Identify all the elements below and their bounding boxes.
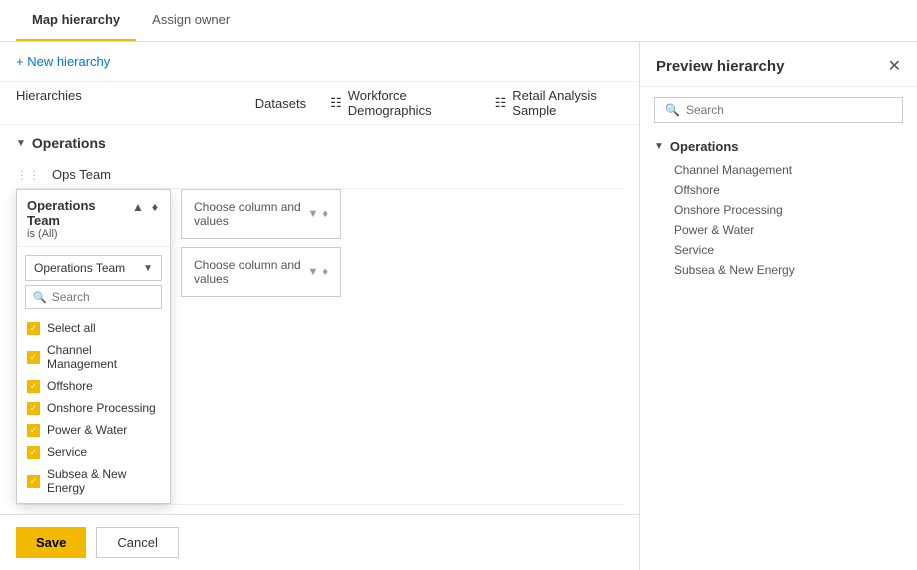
left-panel: + New hierarchy Hierarchies Datasets ☷ W… — [0, 42, 640, 570]
list-item-power[interactable]: Power & Water — [17, 419, 170, 441]
tab-bar: Map hierarchy Assign owner — [0, 0, 917, 42]
choose-panels: Choose column and values ▼ ♦ Choose colu… — [181, 189, 341, 297]
hierarchy-section: ▼ Operations ⋮⋮ Ops Team Operations Team — [0, 125, 639, 514]
dataset-workforce-label: Workforce Demographics — [348, 88, 471, 118]
operations-section-header[interactable]: ▼ Operations — [0, 125, 639, 161]
preview-item-4: Service — [674, 240, 903, 260]
choose-panel-2-label: Choose column and values — [194, 258, 307, 286]
main-content: + New hierarchy Hierarchies Datasets ☷ W… — [0, 42, 917, 570]
datasets-header: Datasets ☷ Workforce Demographics ☷ Reta… — [255, 88, 623, 118]
right-panel: Preview hierarchy ✕ 🔍 ▼ Operations Chann… — [640, 42, 917, 570]
channel-label: Channel Management — [47, 343, 160, 371]
preview-items: Channel Management Offshore Onshore Proc… — [654, 160, 903, 280]
toolbar-area: + New hierarchy — [0, 42, 639, 82]
preview-item-3: Power & Water — [674, 220, 903, 240]
column-headers: Hierarchies Datasets ☷ Workforce Demogra… — [0, 82, 639, 125]
list-item-onshore[interactable]: Onshore Processing — [17, 397, 170, 419]
popup-up-icon[interactable]: ▲ — [130, 198, 146, 216]
choose-panel-1-label: Choose column and values — [194, 200, 307, 228]
checkbox-onshore[interactable] — [27, 402, 40, 415]
preview-section-header[interactable]: ▼ Operations — [654, 133, 903, 160]
popup-diamond-icon[interactable]: ♦ — [150, 198, 160, 216]
power-label: Power & Water — [47, 423, 127, 437]
checkbox-service[interactable] — [27, 446, 40, 459]
popup-search-input[interactable] — [52, 290, 154, 304]
hierarchies-header: Hierarchies — [16, 88, 255, 118]
save-button[interactable]: Save — [16, 527, 86, 558]
chevron-down-icon-popup: ▼ — [143, 263, 153, 274]
chevron-down-icon-c1: ▼ — [307, 208, 318, 220]
popup-search-box: 🔍 — [25, 285, 162, 309]
popup-header: Operations Team is (All) ▲ ♦ — [17, 190, 170, 247]
datasets-label: Datasets — [255, 96, 306, 111]
hierarchy-rows: ⋮⋮ Ops Team Operations Team is (All) — [0, 161, 639, 505]
close-button[interactable]: ✕ — [888, 56, 901, 76]
list-item-select-all[interactable]: Select all — [17, 317, 170, 339]
popup-select-inner[interactable]: Operations Team ▼ — [25, 255, 162, 281]
preview-search-box: 🔍 — [654, 97, 903, 123]
popup-icons: ▲ ♦ — [130, 198, 160, 216]
ops-team-label: Ops Team — [52, 167, 623, 182]
operations-section-title: Operations — [32, 135, 106, 151]
preview-item-1: Offshore — [674, 180, 903, 200]
drag-handle-ops[interactable]: ⋮⋮ — [16, 168, 40, 182]
dataset-workforce: ☷ Workforce Demographics — [330, 88, 471, 118]
checkbox-subsea[interactable] — [27, 475, 40, 488]
chevron-down-icon-c2: ▼ — [307, 266, 318, 278]
preview-section: ▼ Operations Channel Management Offshore… — [640, 133, 917, 280]
diamond-icon-c1: ♦ — [322, 208, 328, 220]
subsea-label: Subsea & New Energy — [47, 467, 160, 495]
table-icon: ☷ — [330, 95, 342, 111]
popup-area: Operations Team is (All) ▲ ♦ Operations … — [16, 189, 623, 469]
search-icon: 🔍 — [33, 291, 47, 304]
tab-assign-owner[interactable]: Assign owner — [136, 0, 246, 41]
table-icon-2: ☷ — [495, 95, 507, 111]
popup-list: Select all Channel Management Offshore — [17, 313, 170, 503]
choose-panel-1[interactable]: Choose column and values ▼ ♦ — [181, 189, 341, 239]
preview-item-2: Onshore Processing — [674, 200, 903, 220]
popup-title: Operations Team — [27, 198, 130, 228]
preview-search-icon: 🔍 — [665, 103, 680, 117]
new-hierarchy-button[interactable]: + New hierarchy — [16, 54, 110, 69]
offshore-label: Offshore — [47, 379, 93, 393]
checkbox-channel[interactable] — [27, 351, 40, 364]
service-label: Service — [47, 445, 87, 459]
preview-chevron-icon: ▼ — [654, 141, 664, 152]
diamond-icon-c2: ♦ — [322, 266, 328, 278]
checkbox-offshore[interactable] — [27, 380, 40, 393]
list-item-subsea[interactable]: Subsea & New Energy — [17, 463, 170, 499]
preview-header: Preview hierarchy ✕ — [640, 42, 917, 87]
bottom-bar: Save Cancel — [0, 514, 639, 570]
preview-item-0: Channel Management — [674, 160, 903, 180]
tab-map-hierarchy[interactable]: Map hierarchy — [16, 0, 136, 41]
preview-item-5: Subsea & New Energy — [674, 260, 903, 280]
preview-section-title: Operations — [670, 139, 739, 154]
operations-team-popup: Operations Team is (All) ▲ ♦ Operations … — [16, 189, 171, 504]
choose-panel-2-icons: ▼ ♦ — [307, 266, 328, 278]
popup-subtitle: is (All) — [27, 228, 130, 240]
ops-team-row: ⋮⋮ Ops Team — [16, 161, 623, 189]
list-item-offshore[interactable]: Offshore — [17, 375, 170, 397]
popup-select-value: Operations Team — [34, 261, 125, 275]
choose-panel-1-icons: ▼ ♦ — [307, 208, 328, 220]
popup-select[interactable]: Operations Team ▼ — [25, 255, 162, 281]
dataset-retail-label: Retail Analysis Sample — [512, 88, 623, 118]
list-item-channel[interactable]: Channel Management — [17, 339, 170, 375]
dataset-retail: ☷ Retail Analysis Sample — [495, 88, 623, 118]
select-all-label: Select all — [47, 321, 96, 335]
list-item-service[interactable]: Service — [17, 441, 170, 463]
checkbox-select-all[interactable] — [27, 322, 40, 335]
checkbox-power[interactable] — [27, 424, 40, 437]
choose-panel-2[interactable]: Choose column and values ▼ ♦ — [181, 247, 341, 297]
popup-title-wrap: Operations Team is (All) — [27, 198, 130, 240]
chevron-down-icon: ▼ — [16, 138, 26, 149]
preview-title: Preview hierarchy — [656, 58, 784, 75]
preview-search-input[interactable] — [686, 103, 892, 117]
cancel-button[interactable]: Cancel — [96, 527, 178, 558]
onshore-label: Onshore Processing — [47, 401, 156, 415]
